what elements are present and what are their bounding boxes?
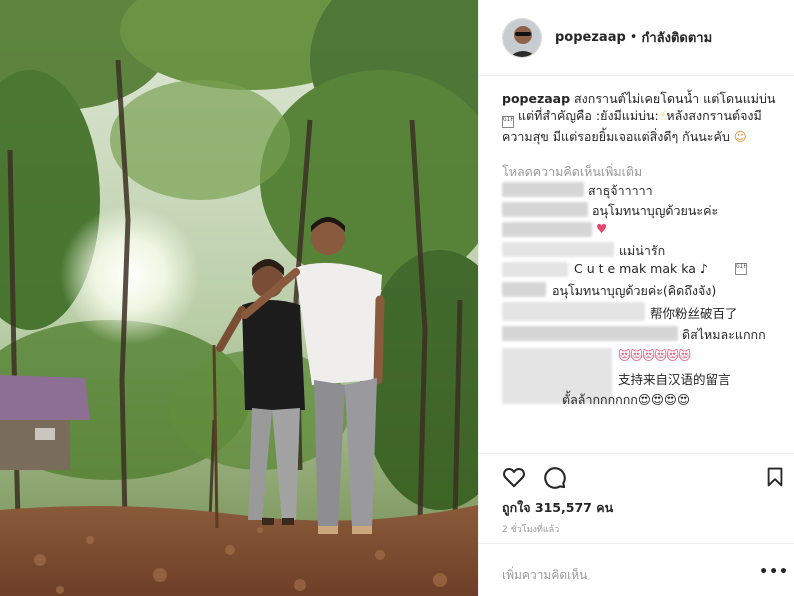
post-actions-bar (479, 453, 794, 498)
photo-scene (0, 0, 478, 596)
wink-emoji-icon: ☺ (733, 129, 747, 144)
post-caption: popezaap สงกรานต์ไม่เคยโดนน้ำ แต่โดนแม่บ… (502, 90, 787, 145)
caption-text-2: แต่ที่สำคัญคือ :ยังมีแม่บ่น: (517, 108, 659, 123)
post-timestamp[interactable]: 2 ชั่วโมงที่แล้ว (502, 522, 559, 536)
add-comment-input[interactable]: เพิ่มความคิดเห็น (502, 566, 587, 585)
bookmark-icon[interactable] (764, 464, 786, 490)
likes-count[interactable]: ถูกใจ 315,577 คน (502, 498, 613, 518)
comment-text: C u t e mak mak ka ♪ (574, 261, 708, 276)
avatar-image (503, 18, 541, 57)
comment-text: ตั้ลล้ากกกกกก😍😍😍😍 (562, 392, 690, 407)
missing-glyph-icon: GIF (502, 116, 514, 128)
blurred-username (502, 302, 645, 321)
comments-list: popezaap สงกรานต์ไม่เคยโดนน้ำ แต่โดนแม่บ… (502, 90, 787, 408)
load-more-comments-link[interactable]: โหลดความคิดเห็นเพิ่มเติม (502, 162, 787, 180)
header-separator: • (629, 30, 638, 45)
post-photo[interactable] (0, 0, 478, 596)
blurred-username (502, 202, 588, 217)
ellipsis-icon[interactable]: ••• (759, 564, 789, 580)
comment-row: ตั้ลล้ากกกกกก😍😍😍😍 (502, 388, 787, 408)
caption-username[interactable]: popezaap (502, 91, 570, 106)
comment-text: ดิสไหมละแกกก (682, 327, 766, 342)
blurred-username (502, 182, 584, 197)
post-side-panel: popezaap • กำลังติดตาม popezaap สงกรานต์… (478, 0, 794, 596)
comment-text: 😻😻😻😻😻😻 (618, 348, 691, 363)
header-username[interactable]: popezaap (555, 30, 626, 45)
comment-text: 帮你粉丝破百了 (650, 306, 738, 321)
blurred-username (502, 326, 678, 341)
caption-text-1: สงกรานต์ไม่เคยโดนน้ำ แต่โดนแม่บ่น (574, 91, 776, 106)
post-header: popezaap • กำลังติดตาม (479, 0, 794, 76)
comment-row: แม่น่ารัก (502, 240, 787, 260)
comment-row: อนุโมทนาบุญด้วยนะค่ะ (502, 200, 787, 220)
comment-bubble-icon[interactable] (541, 464, 567, 490)
comment-row: 😻😻😻😻😻😻 (502, 344, 787, 404)
comment-row: ♥ (502, 220, 787, 240)
comment-text: 支持来自汉语的留言 (618, 372, 731, 387)
comment-text: อนุโมทนาบุญด้วยนะค่ะ (592, 203, 719, 218)
blurred-username (502, 262, 568, 277)
comment-text: สาธุจ้าาาาา (588, 183, 653, 198)
comment-text: ♥ (596, 221, 608, 236)
comment-row: ดิสไหมละแกกก (502, 324, 787, 344)
comment-row: 支持来自汉语的留言 (502, 366, 787, 388)
blurred-username (502, 242, 614, 257)
heart-outline-icon[interactable] (501, 464, 527, 490)
comment-row: อนุโมทนาบุญด้วยค่ะ(คิดถึงจัง) (502, 280, 787, 300)
comment-text: อนุโมทนาบุญด้วยค่ะ(คิดถึงจัง) (552, 283, 717, 298)
blurred-username (502, 282, 546, 297)
add-comment-area: เพิ่มความคิดเห็น ••• (479, 543, 794, 596)
blurred-username (502, 222, 592, 237)
avatar[interactable] (502, 17, 542, 58)
comment-row: สาธุจ้าาาาา (502, 180, 787, 200)
comment-row: 帮你粉丝破百了 (502, 300, 787, 324)
following-button[interactable]: กำลังติดตาม (641, 27, 712, 48)
missing-glyph-icon: GIF (735, 263, 747, 275)
comment-text: แม่น่ารัก (619, 243, 666, 258)
comment-row: C u t e mak mak ka ♪ GIF (502, 260, 787, 280)
